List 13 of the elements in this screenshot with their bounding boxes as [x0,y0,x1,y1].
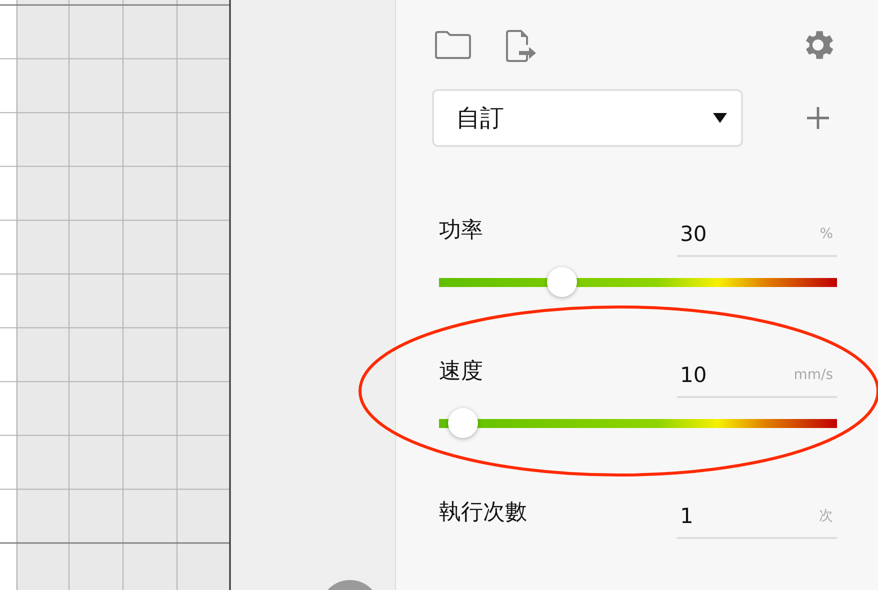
preset-dropdown[interactable]: 自訂 [432,89,743,147]
file-export-icon[interactable] [505,29,537,63]
parameter-label: 速度 [439,358,483,386]
value-field[interactable]: 10 mm/s [677,358,837,398]
slider-thumb[interactable] [547,267,578,297]
value-field[interactable]: 30 % [677,217,837,257]
parameter-label: 功率 [439,217,483,245]
slider-thumb[interactable] [448,408,478,438]
folder-icon[interactable] [434,30,472,60]
parameter-label: 執行次數 [439,499,527,527]
caret-icon [713,113,727,123]
value-field[interactable]: 1 次 [677,499,837,539]
add-icon[interactable] [806,106,830,130]
